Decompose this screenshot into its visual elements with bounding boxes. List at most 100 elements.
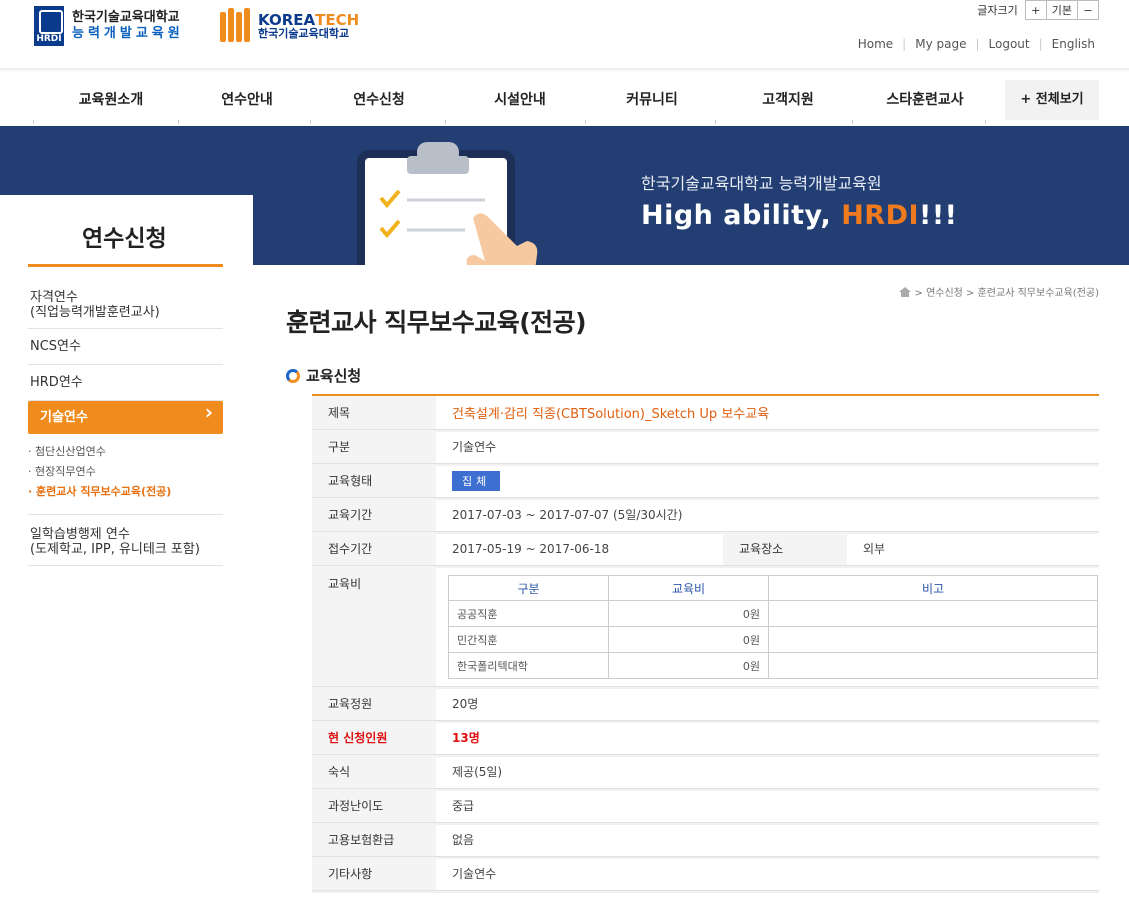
fee-cell bbox=[768, 652, 1098, 679]
section-bullet-icon bbox=[286, 368, 300, 383]
lnb-title-box: 연수신청 bbox=[0, 195, 253, 265]
font-size-increase-button[interactable]: + bbox=[1024, 0, 1047, 20]
gnb-separators bbox=[0, 119, 1129, 124]
fee-row: 한국폴리텍대학 0원 bbox=[448, 652, 1098, 679]
font-size-control: 글자크기 + 기본 − bbox=[977, 0, 1099, 20]
lnb-item-hrd[interactable]: HRD연수 bbox=[28, 365, 223, 401]
info-value: 외부 bbox=[863, 542, 886, 556]
fee-header: 구분 bbox=[448, 575, 609, 601]
gnb-item-community[interactable]: 커뮤니티 bbox=[612, 80, 692, 120]
lnb-item-technical[interactable]: 기술연수 bbox=[28, 401, 223, 434]
info-value: 중급 bbox=[452, 799, 475, 813]
info-label: 현 신청인원 bbox=[312, 721, 436, 754]
info-row-fee: 교육비 구분 교육비 비고 공공직훈 0원 민간직훈 0원 한국폴리텍대학 0원 bbox=[312, 566, 1099, 689]
home-icon[interactable] bbox=[898, 286, 911, 297]
info-value: 없음 bbox=[452, 833, 475, 847]
fee-cell: 0원 bbox=[608, 652, 769, 679]
clipboard-illustration bbox=[357, 142, 538, 265]
fee-header: 비고 bbox=[768, 575, 1098, 601]
info-label: 교육비 bbox=[312, 566, 436, 686]
info-label: 과정난이도 bbox=[312, 789, 436, 822]
font-size-label: 글자크기 bbox=[977, 4, 1018, 17]
hrdi-logo[interactable]: HRDI 한국기술교육대학교 능력개발교육원 bbox=[34, 6, 184, 46]
info-value: 제공(5일) bbox=[452, 765, 503, 779]
utility-nav: Home | My page | Logout | English bbox=[857, 37, 1095, 51]
gnb-item-facility[interactable]: 시설안내 bbox=[480, 80, 560, 120]
info-row-current: 현 신청인원 13명 bbox=[312, 721, 1099, 757]
info-row-form: 교육형태 집체 bbox=[312, 464, 1099, 500]
lnb-accent-bar bbox=[28, 264, 223, 267]
gnb-item-guide[interactable]: 연수안내 bbox=[207, 80, 287, 120]
gnb-item-about[interactable]: 교육원소개 bbox=[66, 80, 156, 120]
info-value: 20명 bbox=[452, 697, 479, 711]
training-form-badge: 집체 bbox=[452, 470, 501, 491]
info-value: 2017-07-03 ~ 2017-07-07 (5일/30시간) bbox=[452, 508, 683, 522]
section-title: 교육신청 bbox=[286, 365, 361, 386]
info-label: 숙식 bbox=[312, 755, 436, 788]
course-info-table: 제목 건축설계·감리 직종(CBTSolution)_Sketch Up 보수교… bbox=[312, 394, 1099, 893]
logout-link[interactable]: Logout bbox=[989, 37, 1030, 51]
info-value: 기술연수 bbox=[452, 867, 497, 881]
lnb-title: 연수신청 bbox=[82, 226, 167, 252]
lnb-item-work-learning[interactable]: 일학습병행제 연수 (도제학교, IPP, 유니테크 포함) bbox=[28, 515, 223, 566]
lnb-item-ncs[interactable]: NCS연수 bbox=[28, 329, 223, 365]
page-title: 훈련교사 직무보수교육(전공) bbox=[286, 308, 587, 337]
hrdi-logo-mark: HRDI bbox=[34, 6, 64, 46]
english-link[interactable]: English bbox=[1052, 37, 1095, 51]
fee-cell bbox=[768, 626, 1098, 653]
breadcrumb-path: > 연수신청 > 훈련교사 직무보수교육(전공) bbox=[914, 288, 1099, 299]
gnb-item-apply[interactable]: 연수신청 bbox=[339, 80, 419, 120]
lnb-sub-advanced-industry[interactable]: · 첨단신산업연수 bbox=[28, 442, 223, 462]
info-value: 2017-05-19 ~ 2017-06-18 bbox=[452, 541, 610, 556]
global-nav: 교육원소개 연수안내 연수신청 시설안내 커뮤니티 고객지원 스타훈련교사 + … bbox=[0, 80, 1129, 124]
font-size-default-button[interactable]: 기본 bbox=[1045, 0, 1078, 20]
info-value: 기술연수 bbox=[452, 440, 497, 454]
info-row-capacity: 교육정원 20명 bbox=[312, 687, 1099, 723]
mypage-link[interactable]: My page bbox=[915, 37, 966, 51]
info-label: 교육기간 bbox=[312, 498, 436, 531]
current-applicants: 13명 bbox=[452, 731, 480, 745]
lnb-sub-teacher-major[interactable]: · 훈련교사 직무보수교육(전공) bbox=[28, 482, 223, 502]
info-row-lodging: 숙식 제공(5일) bbox=[312, 755, 1099, 791]
lnb-item-qualification[interactable]: 자격연수 (직업능력개발훈련교사) bbox=[28, 280, 223, 329]
info-label: 접수기간 bbox=[312, 532, 436, 565]
koreatech-logo-mark bbox=[218, 8, 252, 46]
fee-header: 교육비 bbox=[608, 575, 769, 601]
font-size-decrease-button[interactable]: − bbox=[1077, 0, 1099, 20]
koreatech-wordmark: KOREATECH bbox=[258, 11, 360, 29]
left-nav: 자격연수 (직업능력개발훈련교사) NCS연수 HRD연수 기술연수 · 첨단신… bbox=[28, 280, 223, 566]
info-row-level: 과정난이도 중급 bbox=[312, 789, 1099, 825]
info-label: 제목 bbox=[312, 396, 436, 429]
banner-headline: High ability, HRDI!!! bbox=[641, 200, 958, 231]
fee-table: 구분 교육비 비고 공공직훈 0원 민간직훈 0원 한국폴리텍대학 0원 bbox=[448, 575, 1098, 679]
fee-cell: 0원 bbox=[608, 626, 769, 653]
breadcrumb: > 연수신청 > 훈련교사 직무보수교육(전공) bbox=[898, 284, 1099, 299]
view-all-menu-button[interactable]: + 전체보기 bbox=[1005, 80, 1099, 120]
info-row-etc: 기타사항 기술연수 bbox=[312, 857, 1099, 893]
fee-cell: 한국폴리텍대학 bbox=[448, 652, 609, 679]
info-label: 고용보험환급 bbox=[312, 823, 436, 856]
logo-line-1: 한국기술교육대학교 bbox=[72, 10, 180, 25]
gnb-item-support[interactable]: 고객지원 bbox=[748, 80, 828, 120]
info-row-type: 구분 기술연수 bbox=[312, 430, 1099, 466]
gnb-item-star-teacher[interactable]: 스타훈련교사 bbox=[870, 80, 980, 120]
info-row-period: 교육기간 2017-07-03 ~ 2017-07-07 (5일/30시간) bbox=[312, 498, 1099, 534]
banner-subtitle: 한국기술교육대학교 능력개발교육원 bbox=[641, 174, 882, 193]
header-divider bbox=[0, 68, 1129, 72]
fee-cell: 공공직훈 bbox=[448, 600, 609, 627]
fee-row: 민간직훈 0원 bbox=[448, 626, 1098, 653]
info-row-title: 제목 건축설계·감리 직종(CBTSolution)_Sketch Up 보수교… bbox=[312, 396, 1099, 432]
fee-cell: 민간직훈 bbox=[448, 626, 609, 653]
info-label: 구분 bbox=[312, 430, 436, 463]
info-row-refund: 고용보험환급 없음 bbox=[312, 823, 1099, 859]
course-title: 건축설계·감리 직종(CBTSolution)_Sketch Up 보수교육 bbox=[452, 407, 770, 422]
logo-line-2: 능력개발교육원 bbox=[72, 26, 184, 41]
home-link[interactable]: Home bbox=[858, 37, 893, 51]
lnb-submenu: · 첨단신산업연수 · 현장직무연수 · 훈련교사 직무보수교육(전공) bbox=[28, 434, 223, 515]
info-label: 교육형태 bbox=[312, 464, 436, 497]
koreatech-logo[interactable]: KOREATECH 한국기술교육대학교 bbox=[218, 8, 359, 46]
fee-cell bbox=[768, 600, 1098, 627]
info-label: 기타사항 bbox=[312, 857, 436, 890]
info-label: 교육장소 bbox=[723, 532, 847, 565]
lnb-sub-field-job[interactable]: · 현장직무연수 bbox=[28, 462, 223, 482]
